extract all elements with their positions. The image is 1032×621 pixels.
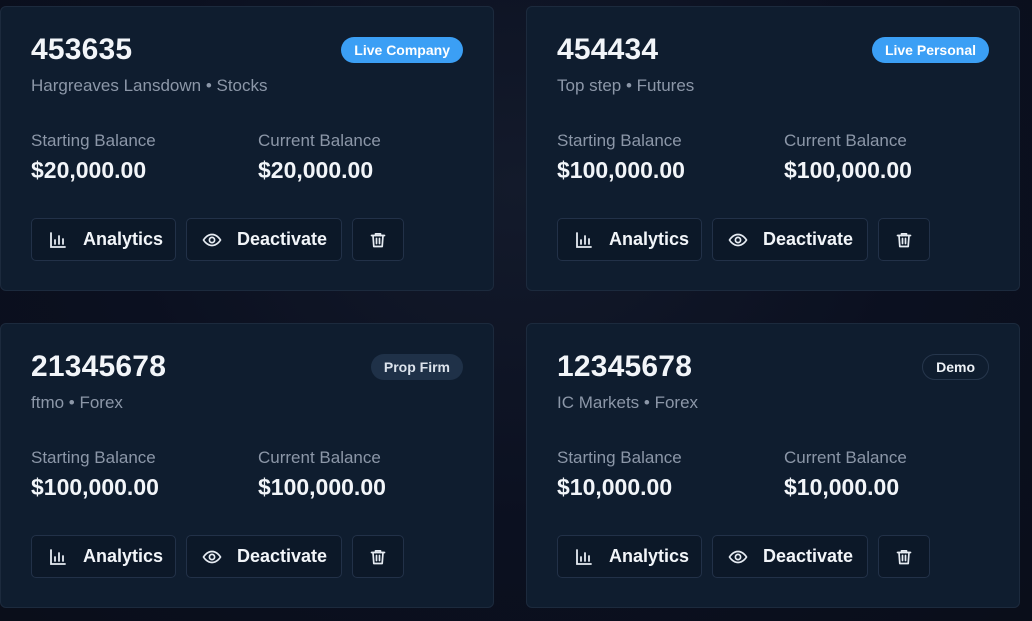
deactivate-button-label: Deactivate (237, 546, 328, 566)
account-card: 453635 Hargreaves Lansdown • Stocks Live… (0, 6, 494, 291)
deactivate-button[interactable]: Deactivate (186, 535, 342, 578)
bar-chart-icon (574, 230, 594, 250)
current-balance-label: Current Balance (258, 131, 381, 150)
current-balance-value: $100,000.00 (784, 157, 912, 183)
deactivate-button[interactable]: Deactivate (186, 218, 342, 261)
account-subtitle: IC Markets • Forex (557, 393, 699, 412)
starting-balance-label: Starting Balance (31, 448, 156, 467)
account-subtitle: ftmo • Forex (31, 393, 123, 412)
analytics-button[interactable]: Analytics (31, 535, 176, 578)
account-type-badge: Prop Firm (370, 354, 463, 380)
delete-button[interactable] (352, 535, 404, 578)
trash-icon (894, 547, 914, 567)
starting-balance-label: Starting Balance (557, 131, 682, 150)
current-balance-label: Current Balance (258, 448, 381, 467)
eye-icon (728, 547, 748, 567)
account-subtitle: Top step • Futures (557, 76, 695, 95)
analytics-button[interactable]: Analytics (557, 535, 702, 578)
analytics-button-label: Analytics (609, 546, 690, 566)
account-type-badge: Live Personal (871, 37, 989, 63)
bar-chart-icon (48, 230, 68, 250)
trash-icon (368, 230, 388, 250)
current-balance-label: Current Balance (784, 448, 907, 467)
starting-balance-value: $10,000.00 (557, 474, 673, 500)
analytics-button-label: Analytics (609, 229, 690, 249)
starting-balance-label: Starting Balance (557, 448, 682, 467)
account-number: 12345678 (557, 350, 693, 383)
starting-balance-label: Starting Balance (31, 131, 156, 150)
deactivate-button-label: Deactivate (763, 229, 854, 249)
analytics-button-label: Analytics (83, 229, 164, 249)
eye-icon (728, 230, 748, 250)
trash-icon (894, 230, 914, 250)
eye-icon (202, 230, 222, 250)
starting-balance-value: $100,000.00 (31, 474, 159, 500)
current-balance-value: $20,000.00 (258, 157, 374, 183)
bar-chart-icon (48, 547, 68, 567)
delete-button[interactable] (878, 218, 930, 261)
analytics-button-label: Analytics (83, 546, 164, 566)
deactivate-button-label: Deactivate (237, 229, 328, 249)
deactivate-button-label: Deactivate (763, 546, 854, 566)
account-card: 12345678 IC Markets • Forex Demo Startin… (526, 323, 1020, 608)
deactivate-button[interactable]: Deactivate (712, 218, 868, 261)
account-card: 21345678 ftmo • Forex Prop Firm Starting… (0, 323, 494, 608)
account-card: 454434 Top step • Futures Live Personal … (526, 6, 1020, 291)
analytics-button[interactable]: Analytics (557, 218, 702, 261)
current-balance-value: $10,000.00 (784, 474, 900, 500)
delete-button[interactable] (352, 218, 404, 261)
account-type-badge: Live Company (341, 37, 463, 63)
delete-button[interactable] (878, 535, 930, 578)
account-number: 453635 (31, 33, 133, 66)
starting-balance-value: $20,000.00 (31, 157, 147, 183)
account-number: 21345678 (31, 350, 167, 383)
account-subtitle: Hargreaves Lansdown • Stocks (31, 76, 268, 95)
bar-chart-icon (574, 547, 594, 567)
current-balance-label: Current Balance (784, 131, 907, 150)
starting-balance-value: $100,000.00 (557, 157, 685, 183)
deactivate-button[interactable]: Deactivate (712, 535, 868, 578)
eye-icon (202, 547, 222, 567)
current-balance-value: $100,000.00 (258, 474, 386, 500)
trash-icon (368, 547, 388, 567)
account-type-badge: Demo (922, 354, 989, 380)
analytics-button[interactable]: Analytics (31, 218, 176, 261)
account-number: 454434 (557, 33, 659, 66)
